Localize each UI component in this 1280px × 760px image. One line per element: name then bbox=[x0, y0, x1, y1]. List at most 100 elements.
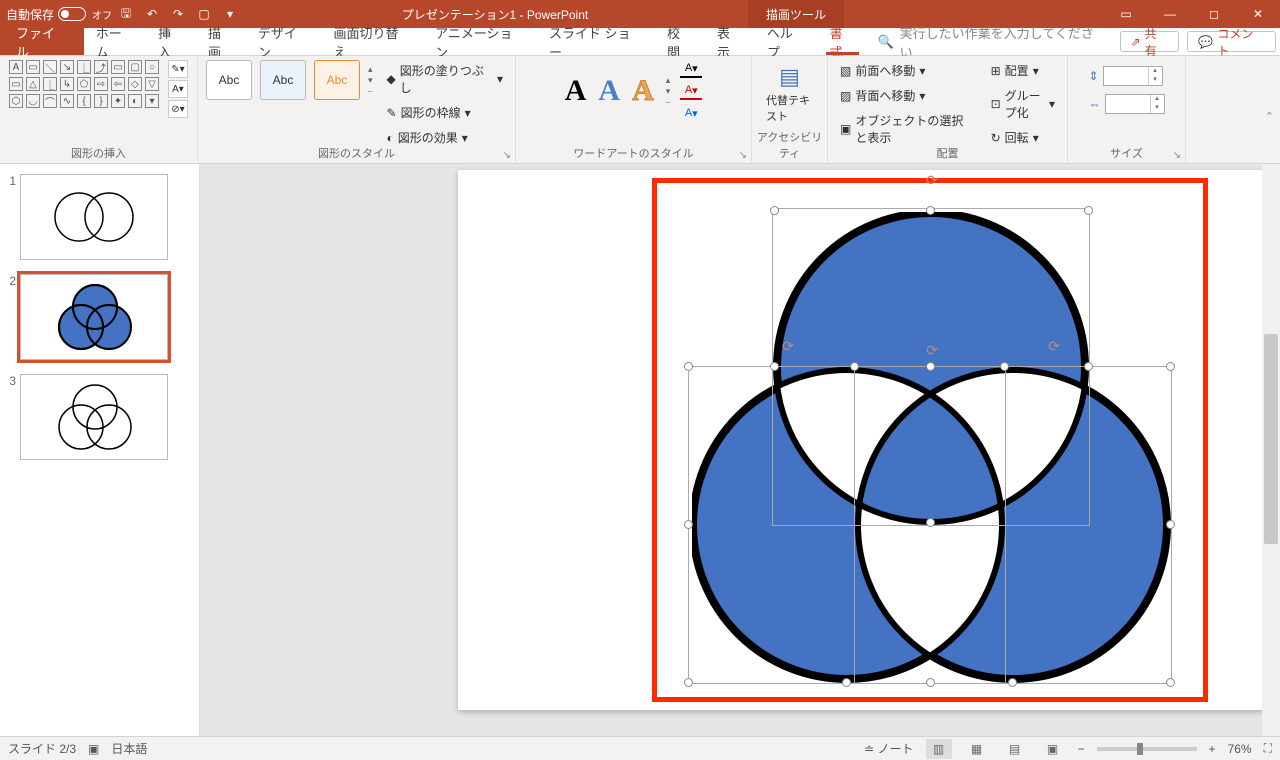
resize-handle[interactable] bbox=[1166, 678, 1175, 687]
tab-file[interactable]: ファイル bbox=[0, 28, 84, 55]
send-backward-button[interactable]: ▨背面へ移動 ▾ bbox=[836, 85, 929, 106]
dialog-launcher-icon[interactable]: ↘ bbox=[739, 150, 747, 161]
shape-style-gallery[interactable]: Abc Abc Abc ▴▾⎯ bbox=[206, 60, 373, 100]
dialog-launcher-icon[interactable]: ↘ bbox=[1173, 150, 1181, 161]
wordart-gallery[interactable]: A A A ▴▾⎯ bbox=[565, 74, 671, 108]
slideshow-view-icon[interactable]: ▣ bbox=[1040, 739, 1066, 759]
tab-design[interactable]: デザイン bbox=[246, 28, 322, 55]
group-shape-styles: Abc Abc Abc ▴▾⎯ ◆図形の塗りつぶし ▾ ✎図形の枠線 ▾ ◐図形… bbox=[198, 56, 516, 163]
group-label: 図形のスタイル bbox=[198, 145, 515, 161]
text-outline-button[interactable]: A▾ bbox=[680, 82, 702, 100]
text-fill-button[interactable]: A▾ bbox=[680, 60, 702, 78]
resize-handle[interactable] bbox=[926, 518, 935, 527]
autosave-toggle[interactable]: 自動保存 オフ bbox=[6, 6, 112, 23]
resize-handle[interactable] bbox=[850, 362, 859, 371]
tab-transitions[interactable]: 画面切り替え bbox=[322, 28, 424, 55]
share-icon: ⇗ bbox=[1131, 35, 1141, 49]
tell-me-search[interactable]: 🔍 実行したい作業を入力してください bbox=[867, 28, 1115, 55]
backward-icon: ▨ bbox=[840, 89, 851, 103]
resize-handle[interactable] bbox=[684, 678, 693, 687]
group-size: ⇕ ▴▾ ⇔ ▴▾ サイズ ↘ bbox=[1068, 56, 1186, 163]
notes-button[interactable]: ≐ ノート bbox=[864, 740, 913, 757]
height-input[interactable]: ▴▾ bbox=[1103, 66, 1163, 86]
vertical-scrollbar[interactable] bbox=[1262, 164, 1280, 736]
zoom-in-icon[interactable]: + bbox=[1209, 742, 1216, 756]
slide-counter: スライド 2/3 bbox=[8, 740, 76, 757]
resize-handle[interactable] bbox=[684, 520, 693, 529]
alt-text-button[interactable]: ▤ 代替テキスト bbox=[760, 60, 819, 128]
rotate-handle[interactable]: ⟳ bbox=[924, 342, 940, 358]
group-wordart-styles: A A A ▴▾⎯ A▾ A▾ A▾ ワードアートのスタイル ↘ bbox=[516, 56, 752, 163]
selection-pane-button[interactable]: ▣オブジェクトの選択と表示 bbox=[836, 110, 969, 148]
dialog-launcher-icon[interactable]: ↘ bbox=[503, 150, 511, 161]
ribbon: A▭＼↘⎿⤴▭▢○ ▭△⎿↳⬠⇨⇦◇▽ ⬡◡⌒∿{}✦◐▾ ✎▾ A▾ ⊘▾ 図… bbox=[0, 56, 1280, 164]
alt-text-icon: ▤ bbox=[779, 64, 800, 90]
sorter-view-icon[interactable]: ▦ bbox=[964, 739, 990, 759]
resize-handle[interactable] bbox=[1166, 362, 1175, 371]
shapes-gallery[interactable]: A▭＼↘⎿⤴▭▢○ ▭△⎿↳⬠⇨⇦◇▽ ⬡◡⌒∿{}✦◐▾ bbox=[9, 60, 164, 118]
resize-handle[interactable] bbox=[842, 678, 851, 687]
zoom-level[interactable]: 76% bbox=[1228, 742, 1252, 756]
width-icon: ⇔ bbox=[1089, 97, 1101, 111]
resize-handle[interactable] bbox=[684, 362, 693, 371]
shape-fill-button[interactable]: ◆図形の塗りつぶし ▾ bbox=[383, 60, 507, 98]
tab-view[interactable]: 表示 bbox=[705, 28, 755, 55]
share-button[interactable]: ⇗共有 bbox=[1120, 31, 1180, 52]
language-status[interactable]: 日本語 bbox=[111, 740, 147, 757]
tab-slideshow[interactable]: スライド ショー bbox=[537, 28, 655, 55]
merge-shapes-button[interactable]: ⊘▾ bbox=[168, 100, 188, 118]
status-bar: スライド 2/3 ▣ 日本語 ≐ ノート ▥ ▦ ▤ ▣ − + 76% ⛶ bbox=[0, 736, 1280, 760]
group-button[interactable]: ⊡グループ化 ▾ bbox=[987, 85, 1059, 123]
rotate-handle[interactable]: ⟳ bbox=[1046, 338, 1062, 354]
resize-handle[interactable] bbox=[1084, 206, 1093, 215]
slide-thumb-3[interactable] bbox=[20, 374, 168, 460]
outline-icon: ✎ bbox=[387, 106, 397, 120]
slide-editor[interactable]: ⟳ ⟳ ⟳ ⟳ bbox=[200, 164, 1280, 736]
comments-button[interactable]: 💬コメント bbox=[1187, 31, 1276, 52]
tab-insert[interactable]: 挿入 bbox=[146, 28, 196, 55]
resize-handle[interactable] bbox=[1166, 520, 1175, 529]
group-label: 配置 bbox=[828, 145, 1067, 161]
edit-shape-button[interactable]: ✎▾ bbox=[168, 60, 188, 78]
tab-animations[interactable]: アニメーション bbox=[423, 28, 537, 55]
shape-outline-button[interactable]: ✎図形の枠線 ▾ bbox=[383, 102, 475, 123]
rotate-handle[interactable]: ⟳ bbox=[924, 172, 940, 188]
ribbon-options-icon[interactable]: ▭ bbox=[1104, 0, 1148, 28]
spellcheck-icon[interactable]: ▣ bbox=[88, 742, 99, 756]
reading-view-icon[interactable]: ▤ bbox=[1002, 739, 1028, 759]
resize-handle[interactable] bbox=[926, 206, 935, 215]
resize-handle[interactable] bbox=[1084, 362, 1093, 371]
height-icon: ⇕ bbox=[1089, 69, 1099, 83]
resize-handle[interactable] bbox=[1000, 362, 1009, 371]
thumb-number: 2 bbox=[6, 274, 20, 288]
text-box-button[interactable]: A▾ bbox=[168, 80, 188, 98]
thumb-number: 3 bbox=[6, 374, 20, 388]
fit-window-icon[interactable]: ⛶ bbox=[1264, 741, 1272, 756]
tab-help[interactable]: ヘルプ bbox=[755, 28, 818, 55]
resize-handle[interactable] bbox=[926, 678, 935, 687]
resize-handle[interactable] bbox=[770, 206, 779, 215]
text-effects-button[interactable]: A▾ bbox=[680, 104, 702, 122]
zoom-out-icon[interactable]: − bbox=[1078, 742, 1085, 756]
align-button[interactable]: ⊞配置 ▾ bbox=[987, 60, 1043, 81]
rotate-handle[interactable]: ⟳ bbox=[780, 338, 796, 354]
tab-review[interactable]: 校閲 bbox=[655, 28, 705, 55]
group-label: サイズ bbox=[1068, 145, 1185, 161]
slide-canvas[interactable]: ⟳ ⟳ ⟳ ⟳ bbox=[458, 170, 1280, 710]
collapse-ribbon-icon[interactable]: ⌃ bbox=[1265, 110, 1274, 123]
resize-handle[interactable] bbox=[770, 362, 779, 371]
document-title: プレゼンテーション1 - PowerPoint bbox=[242, 6, 748, 23]
slide-thumb-1[interactable] bbox=[20, 174, 168, 260]
tab-draw[interactable]: 描画 bbox=[196, 28, 246, 55]
width-input[interactable]: ▴▾ bbox=[1105, 94, 1165, 114]
tab-home[interactable]: ホーム bbox=[84, 28, 146, 55]
zoom-slider[interactable] bbox=[1097, 747, 1197, 751]
normal-view-icon[interactable]: ▥ bbox=[926, 739, 952, 759]
rotate-icon: ↻ bbox=[991, 131, 1001, 145]
slide-thumbnail-panel[interactable]: 1 2 3 bbox=[0, 164, 200, 736]
tab-format[interactable]: 書式 bbox=[818, 28, 868, 55]
bring-forward-button[interactable]: ▧前面へ移動 ▾ bbox=[836, 60, 929, 81]
resize-handle[interactable] bbox=[926, 362, 935, 371]
resize-handle[interactable] bbox=[1008, 678, 1017, 687]
slide-thumb-2[interactable] bbox=[20, 274, 168, 360]
